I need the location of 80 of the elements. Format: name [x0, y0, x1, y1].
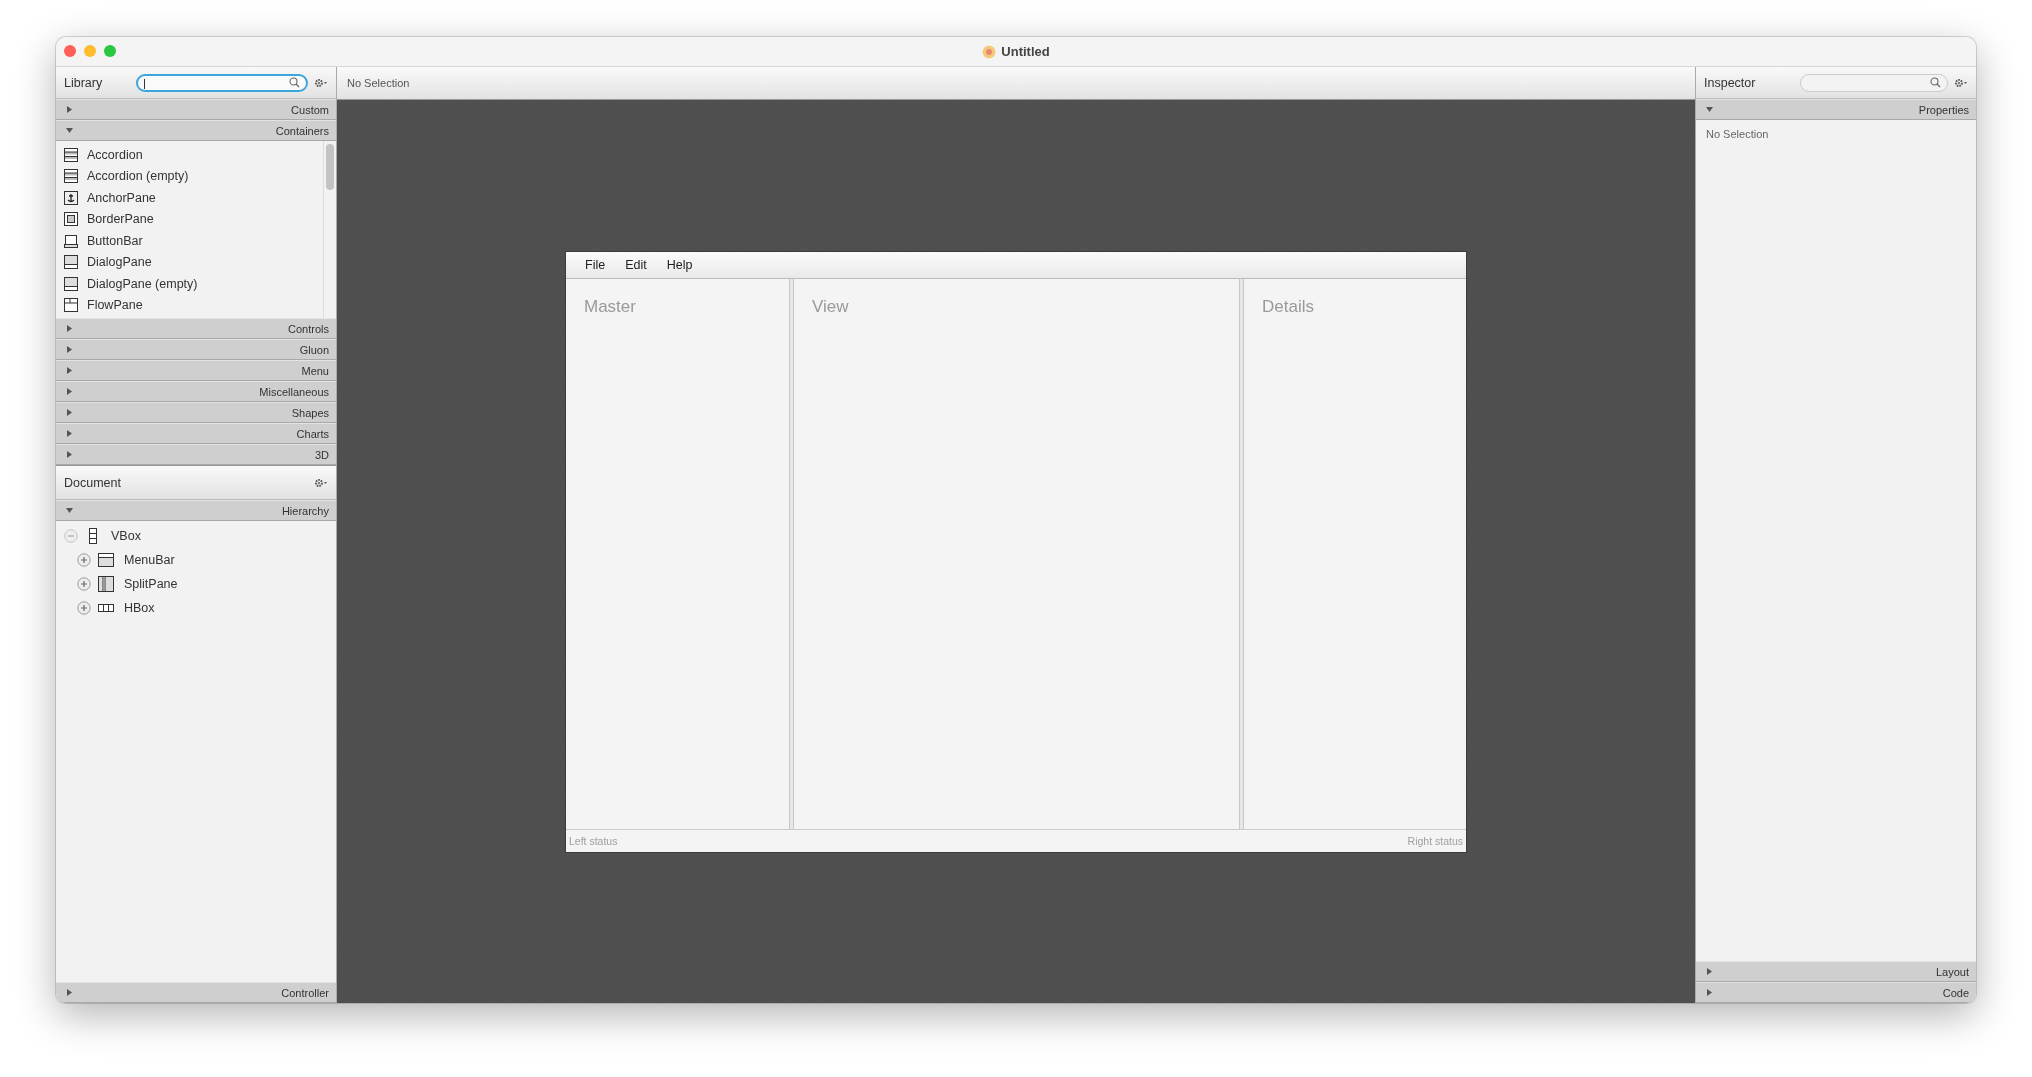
disclosure-triangle-icon [66, 507, 73, 514]
disclosure-triangle-icon [66, 325, 73, 332]
selection-label: No Selection [347, 77, 410, 89]
section-header[interactable]: Code [1696, 982, 1976, 1003]
section-header[interactable]: Properties [1696, 99, 1976, 120]
splitpane-icon [98, 576, 114, 592]
panel-title: Document [64, 475, 121, 490]
disclosure-triangle-icon [66, 989, 73, 996]
menu-item[interactable]: Edit [616, 257, 656, 272]
panel-title: Inspector [1704, 75, 1756, 90]
section-header[interactable]: Gluon [56, 339, 336, 360]
library-item[interactable]: BorderPane [56, 208, 323, 230]
section-header[interactable]: Shapes [56, 402, 336, 423]
disclosure-triangle-icon [66, 127, 73, 134]
search-icon [1930, 77, 1941, 88]
library-item[interactable]: Accordion [56, 144, 323, 166]
tree-item[interactable]: VBox [111, 529, 141, 543]
dialog-icon [64, 276, 78, 291]
tree-item[interactable]: MenuBar [124, 553, 175, 567]
tree-toggle-icon[interactable] [77, 553, 91, 567]
pane-title: View [812, 296, 849, 316]
search-field[interactable] [1800, 73, 1948, 92]
library-item[interactable]: Accordion (empty) [56, 165, 323, 187]
tree-item[interactable]: HBox [124, 601, 155, 615]
status-text: Right status [1407, 834, 1463, 847]
library-item[interactable]: AnchorPane [56, 187, 323, 209]
tree-toggle-icon[interactable] [77, 601, 91, 615]
disclosure-triangle-icon [66, 451, 73, 458]
settings-icon[interactable] [314, 477, 328, 488]
disclosure-triangle-icon [1706, 106, 1713, 113]
scrollbar-thumb[interactable] [326, 144, 334, 190]
window-title: Untitled [1001, 44, 1050, 59]
tree-toggle-icon[interactable] [64, 529, 78, 543]
section-header[interactable]: Layout [1696, 961, 1976, 982]
close-button[interactable] [64, 45, 76, 57]
disclosure-triangle-icon [66, 388, 73, 395]
section-header[interactable]: Menu [56, 360, 336, 381]
search-icon [289, 77, 300, 88]
disclosure-triangle-icon [1706, 968, 1713, 975]
anchor-icon [64, 190, 78, 205]
disclosure-triangle-icon [66, 106, 73, 113]
settings-icon[interactable] [1954, 77, 1968, 88]
settings-icon[interactable] [314, 77, 328, 88]
menu-item[interactable]: Help [657, 257, 702, 272]
section-header[interactable]: Hierarchy [56, 500, 336, 521]
dialog-icon [64, 255, 78, 270]
empty-message: No Selection [1706, 128, 1769, 140]
app-icon [982, 44, 997, 59]
section-header[interactable]: Custom [56, 99, 336, 120]
section-header[interactable]: Miscellaneous [56, 381, 336, 402]
tree-toggle-icon[interactable] [77, 577, 91, 591]
library-item[interactable]: FlowPane [56, 294, 323, 316]
pane-title: Details [1262, 296, 1314, 316]
section-header[interactable]: Controls [56, 318, 336, 339]
minimize-button[interactable] [84, 45, 96, 57]
flow-icon [64, 298, 78, 313]
library-item[interactable]: DialogPane (empty) [56, 273, 323, 295]
accordion-icon [64, 147, 78, 162]
zoom-button[interactable] [104, 45, 116, 57]
section-header[interactable]: Controller [56, 982, 336, 1003]
disclosure-triangle-icon [66, 430, 73, 437]
accordion-icon [64, 169, 78, 184]
library-item[interactable]: ButtonBar [56, 230, 323, 252]
pane-title: Master [584, 296, 636, 316]
disclosure-triangle-icon [1706, 989, 1713, 996]
library-item[interactable]: DialogPane [56, 251, 323, 273]
section-header[interactable]: Containers [56, 120, 336, 141]
menubar-icon [98, 552, 114, 568]
disclosure-triangle-icon [66, 346, 73, 353]
section-header[interactable]: Charts [56, 423, 336, 444]
status-text: Left status [569, 834, 618, 847]
search-field[interactable] [136, 73, 308, 92]
buttonbar-icon [64, 233, 78, 248]
menu-item[interactable]: File [576, 257, 615, 272]
border-icon [64, 212, 78, 227]
tree-item[interactable]: SplitPane [124, 577, 178, 591]
disclosure-triangle-icon [66, 367, 73, 374]
disclosure-triangle-icon [66, 409, 73, 416]
section-header[interactable]: 3D [56, 444, 336, 465]
panel-title: Library [64, 75, 103, 90]
